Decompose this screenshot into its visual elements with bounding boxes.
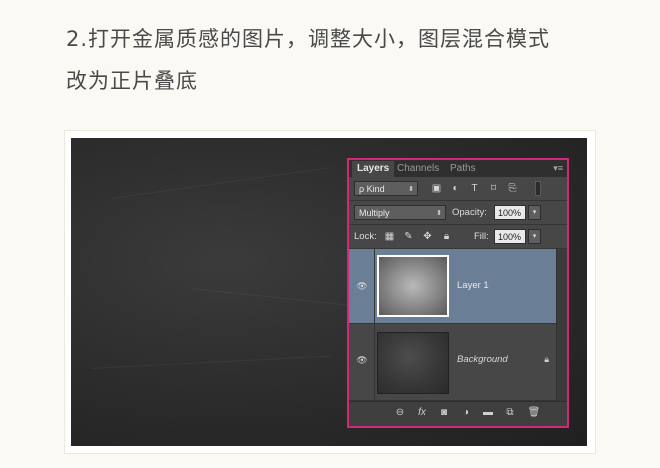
link-layers-icon[interactable]: ⊖ (393, 406, 407, 420)
visibility-column: 👁︎ (349, 324, 375, 400)
fill-label: Fill: (474, 231, 489, 242)
article-line-1: 2.打开金属质感的图片，调整大小，图层混合模式 (66, 27, 551, 51)
panel-menu-icon[interactable]: ▾≡ (553, 161, 563, 175)
new-layer-icon[interactable]: ⧉ (503, 406, 517, 420)
layer-name[interactable]: Layer 1 (457, 280, 489, 291)
filter-toggle-switch[interactable] (535, 181, 541, 196)
blend-mode-value: Multiply (359, 208, 390, 218)
lock-row: Lock: ▦ ✎ ✥ 🔒︎ Fill: 100% ▾ (349, 225, 567, 249)
fx-icon[interactable]: fx (415, 406, 429, 420)
lock-transparent-pixels-icon[interactable]: ▦ (384, 231, 395, 242)
layer-name[interactable]: Background (457, 354, 508, 365)
blend-row: Multiply ⬍ Opacity: 100% ▾ (349, 201, 567, 225)
layer-thumbnail[interactable] (377, 255, 449, 317)
article-text: 2.打开金属质感的图片，调整大小，图层混合模式 改为正片叠底 (66, 18, 626, 102)
pixel-filter-icon[interactable]: ▣ (431, 183, 442, 194)
opacity-dropdown-icon[interactable]: ▾ (528, 205, 541, 220)
texture-scratch (111, 167, 329, 199)
opacity-input[interactable]: 100% (494, 205, 526, 220)
lock-position-icon[interactable]: ✥ (422, 231, 433, 242)
filter-kind-select[interactable]: ρ Kind ⬍ (354, 181, 418, 196)
texture-scratch (91, 355, 331, 369)
article-line-2: 改为正片叠底 (66, 69, 198, 93)
screenshot-figure: Layers Channels Paths ▾≡ ρ Kind ⬍ ▣ ◐ T … (64, 130, 596, 454)
document-canvas: Layers Channels Paths ▾≡ ρ Kind ⬍ ▣ ◐ T … (71, 138, 587, 446)
eye-icon[interactable]: 👁︎ (356, 282, 368, 291)
texture-scratch (190, 288, 351, 306)
panel-tabs: Layers Channels Paths ▾≡ (349, 160, 567, 177)
select-arrows-icon: ⬍ (408, 186, 414, 193)
lock-image-pixels-icon[interactable]: ✎ (403, 231, 414, 242)
layer-thumbnail[interactable] (377, 332, 449, 394)
panel-footer: ⊖ fx ◙ ◑ ▬ ⧉ 🗑︎ (349, 401, 567, 426)
blend-mode-select[interactable]: Multiply ⬍ (354, 205, 446, 220)
layer-row-layer-1[interactable]: 👁︎ Layer 1 (349, 249, 559, 324)
tab-layers[interactable]: Layers (352, 161, 395, 177)
fill-dropdown-icon[interactable]: ▾ (528, 229, 541, 244)
new-adjustment-layer-icon[interactable]: ◑ (459, 406, 473, 420)
shape-filter-icon[interactable]: ⌑ (488, 183, 499, 194)
filter-kind-label: ρ Kind (359, 184, 385, 194)
layers-panel: Layers Channels Paths ▾≡ ρ Kind ⬍ ▣ ◐ T … (347, 158, 569, 428)
eye-icon[interactable]: 👁︎ (356, 356, 368, 365)
trash-icon[interactable]: 🗑︎ (527, 406, 541, 420)
fill-input[interactable]: 100% (494, 229, 526, 244)
filter-row: ρ Kind ⬍ ▣ ◐ T ⌑ ⎘ (349, 177, 567, 201)
smart-object-filter-icon[interactable]: ⎘ (507, 183, 518, 194)
add-mask-icon[interactable]: ◙ (437, 406, 451, 420)
tab-paths[interactable]: Paths (445, 161, 481, 177)
layer-list: 👁︎ Layer 1 👁︎ Background 🔒︎ (349, 249, 559, 401)
opacity-label: Opacity: (452, 207, 487, 218)
adjustment-filter-icon[interactable]: ◐ (450, 183, 461, 194)
type-filter-icon[interactable]: T (469, 183, 480, 194)
layer-row-background[interactable]: 👁︎ Background 🔒︎ (349, 324, 559, 401)
lock-label: Lock: (354, 231, 377, 242)
layer-list-scrollbar[interactable] (556, 249, 567, 401)
lock-icon: 🔒︎ (544, 354, 549, 364)
lock-all-icon[interactable]: 🔒︎ (441, 231, 452, 242)
new-group-icon[interactable]: ▬ (481, 406, 495, 420)
select-arrows-icon: ⬍ (436, 210, 442, 217)
tab-channels[interactable]: Channels (392, 161, 444, 177)
visibility-column: 👁︎ (349, 249, 375, 323)
